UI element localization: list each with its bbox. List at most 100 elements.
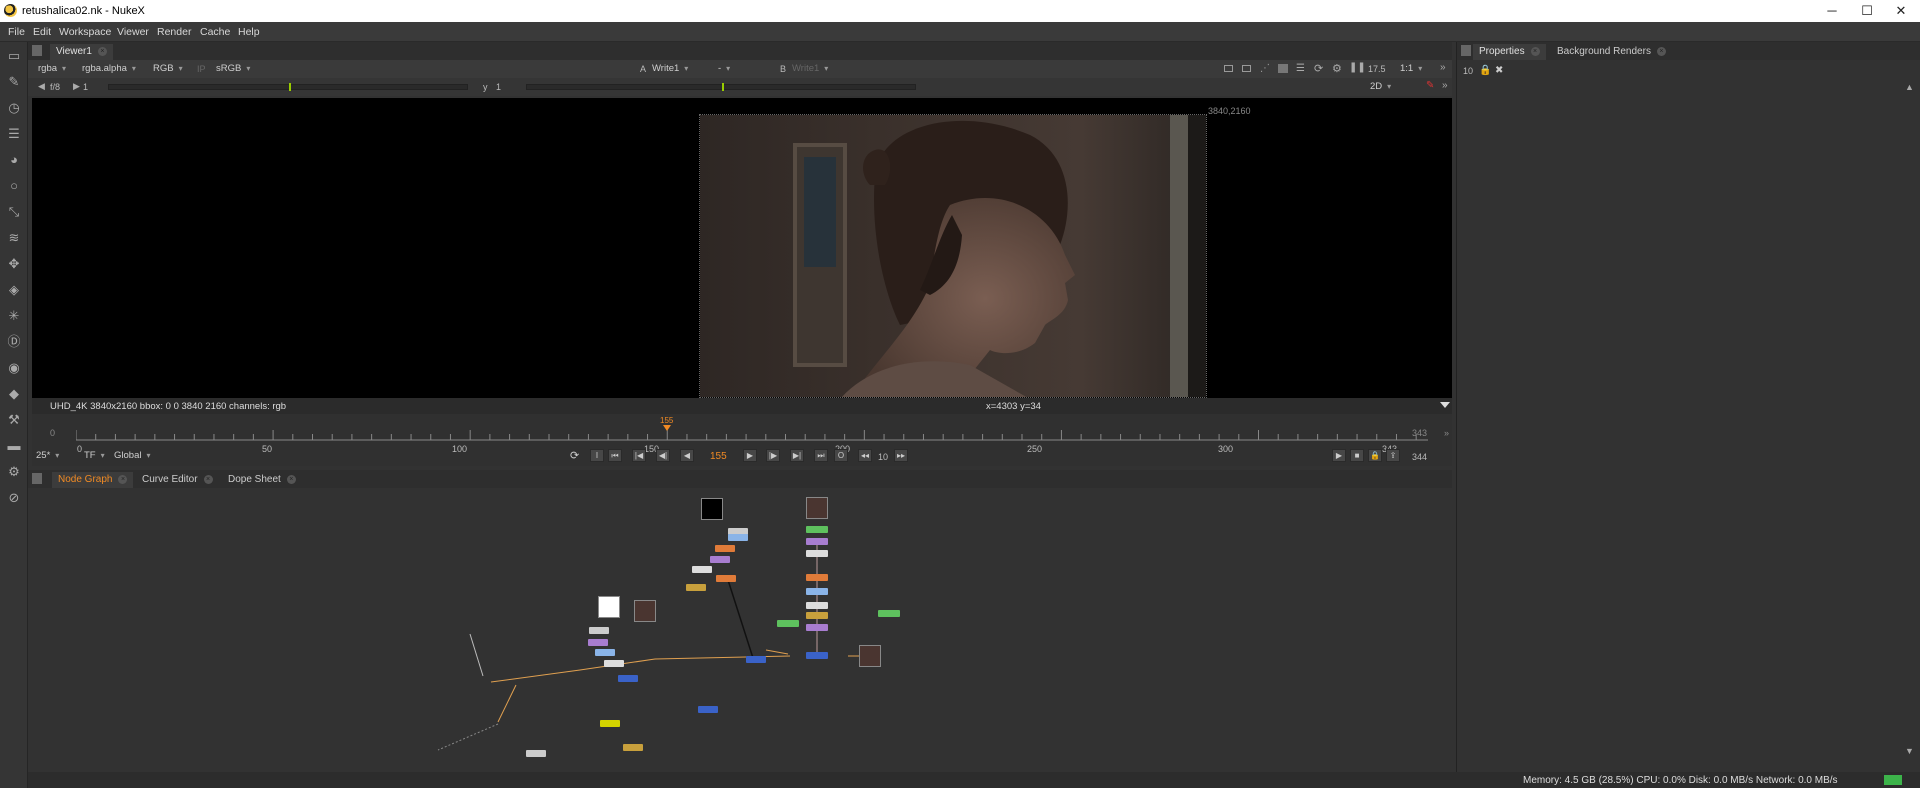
increment-field[interactable]: 10 xyxy=(878,452,888,462)
lock-icon[interactable]: 🔒 xyxy=(1368,449,1382,462)
node[interactable] xyxy=(806,574,828,581)
menu-edit[interactable]: Edit xyxy=(33,26,51,38)
pane-menu-icon[interactable] xyxy=(1461,45,1471,56)
tab-viewer1[interactable]: Viewer1 × xyxy=(50,44,113,60)
close-icon[interactable]: × xyxy=(97,46,107,56)
last-frame-icon[interactable]: ⏭ xyxy=(814,449,828,462)
cara-icon[interactable]: ⊘ xyxy=(6,490,22,506)
metadata-icon[interactable]: ◆ xyxy=(6,386,22,402)
first-frame-icon[interactable]: ⏮ xyxy=(608,449,622,462)
next-keyframe-icon[interactable]: ▶| xyxy=(790,449,804,462)
export-icon[interactable]: ⇪ xyxy=(1386,449,1400,462)
roi-icon[interactable] xyxy=(1224,65,1233,72)
gear-icon[interactable]: ⚙ xyxy=(1332,62,1342,75)
node[interactable] xyxy=(623,744,643,751)
timeline-expand-icon[interactable]: » xyxy=(1444,428,1449,438)
node[interactable] xyxy=(716,575,736,582)
draw-icon[interactable]: ✎ xyxy=(6,74,22,90)
info-toggle-icon[interactable] xyxy=(1440,402,1450,408)
tab-dope-sheet[interactable]: Dope Sheet × xyxy=(222,472,302,488)
display-dropdown[interactable]: RGB xyxy=(153,63,183,77)
skip-back-icon[interactable]: ◂◂ xyxy=(858,449,872,462)
expand-icon[interactable]: » xyxy=(1442,80,1448,91)
node[interactable] xyxy=(588,639,608,646)
read-node-thumbnail[interactable] xyxy=(859,645,881,667)
close-icon[interactable]: × xyxy=(118,474,128,484)
view-mode-dropdown[interactable]: 2D xyxy=(1370,81,1391,95)
views-icon[interactable]: ◉ xyxy=(6,360,22,376)
filter-icon[interactable]: ○ xyxy=(6,178,22,194)
gain-slider-handle[interactable] xyxy=(289,83,291,91)
merge-node[interactable] xyxy=(806,652,828,659)
scroll-down-icon[interactable]: ▼ xyxy=(1905,746,1914,756)
tab-background-renders[interactable]: Background Renders × xyxy=(1551,44,1672,60)
skip-forward-icon[interactable]: ▸▸ xyxy=(894,449,908,462)
node-graph-canvas[interactable] xyxy=(28,488,1452,788)
node[interactable] xyxy=(589,627,609,634)
clear-panels-icon[interactable]: ✖ xyxy=(1495,65,1503,76)
render-icon[interactable]: ■ xyxy=(1350,449,1364,462)
loop-icon[interactable]: ⟳ xyxy=(570,449,579,462)
pause-icon[interactable]: ❚❚ xyxy=(1349,62,1366,73)
gamma-slider-handle[interactable] xyxy=(722,83,724,91)
flipbook-icon[interactable]: ▶ xyxy=(1332,449,1346,462)
node[interactable] xyxy=(878,610,900,617)
step-back-icon[interactable]: ◀| xyxy=(656,449,670,462)
input-a-dropdown[interactable]: Write1 xyxy=(652,63,688,77)
tab-curve-editor[interactable]: Curve Editor × xyxy=(136,472,219,488)
tf-dropdown[interactable]: TF xyxy=(84,450,105,464)
node[interactable] xyxy=(604,660,624,667)
gain-value[interactable]: 1 xyxy=(83,82,88,92)
wipe-dropdown[interactable]: - xyxy=(718,63,768,77)
node[interactable] xyxy=(686,584,706,591)
pane-menu-icon[interactable] xyxy=(32,45,42,56)
time-icon[interactable]: ◷ xyxy=(6,100,22,116)
pane-menu-icon[interactable] xyxy=(32,473,42,484)
current-frame-field[interactable]: 155 xyxy=(710,451,727,462)
menu-file[interactable]: File xyxy=(8,26,25,38)
out-frame-field[interactable]: 344 xyxy=(1412,452,1427,462)
other-icon[interactable]: ▬ xyxy=(6,438,22,454)
node[interactable] xyxy=(806,526,828,533)
play-backward-icon[interactable]: ◀ xyxy=(680,449,694,462)
lut-dropdown[interactable]: sRGB xyxy=(216,63,250,77)
node[interactable] xyxy=(806,624,828,631)
color-icon[interactable]: ◕ xyxy=(6,152,22,168)
ip-toggle[interactable]: IP xyxy=(197,64,206,74)
channels-dropdown[interactable]: rgba xyxy=(38,63,66,77)
write-node[interactable] xyxy=(600,720,620,727)
ratio-dropdown[interactable]: 1:1 xyxy=(1400,63,1422,77)
fstop-left-icon[interactable]: ◀ xyxy=(38,81,45,92)
input-b-dropdown[interactable]: Write1 xyxy=(792,63,828,77)
read-node-thumbnail[interactable] xyxy=(634,600,656,622)
constant-node-white[interactable] xyxy=(598,596,620,618)
in-point-button[interactable]: I xyxy=(590,449,604,462)
merge-node[interactable] xyxy=(698,706,718,713)
transform-icon[interactable]: ✥ xyxy=(6,256,22,272)
overlay-icon[interactable] xyxy=(1278,64,1288,73)
fps-dropdown[interactable]: 25* xyxy=(36,450,59,464)
node[interactable] xyxy=(806,602,828,609)
node[interactable] xyxy=(777,620,799,627)
playhead-icon[interactable] xyxy=(663,425,671,431)
deep-icon[interactable]: Ⓓ xyxy=(6,334,22,350)
tab-properties[interactable]: Properties × xyxy=(1473,44,1546,60)
node[interactable] xyxy=(692,566,712,573)
node[interactable] xyxy=(806,588,828,595)
merge-node[interactable] xyxy=(618,675,638,682)
node[interactable] xyxy=(595,649,615,656)
out-point-button[interactable]: O xyxy=(834,449,848,462)
gain-slider[interactable] xyxy=(108,83,468,91)
furnace-icon[interactable]: ⚙ xyxy=(6,464,22,480)
close-button[interactable]: ✕ xyxy=(1886,2,1916,20)
tab-node-graph[interactable]: Node Graph × xyxy=(52,472,134,488)
scroll-up-icon[interactable]: ▲ xyxy=(1905,82,1914,92)
close-icon[interactable]: × xyxy=(286,474,296,484)
image-icon[interactable]: ▭ xyxy=(6,48,22,64)
timeline-ruler[interactable]: 155 xyxy=(75,416,1428,442)
gamma-slider[interactable] xyxy=(526,83,916,91)
node[interactable] xyxy=(715,545,735,552)
close-icon[interactable]: × xyxy=(1530,46,1540,56)
node[interactable] xyxy=(806,538,828,545)
minimize-button[interactable]: ─ xyxy=(1817,2,1847,20)
